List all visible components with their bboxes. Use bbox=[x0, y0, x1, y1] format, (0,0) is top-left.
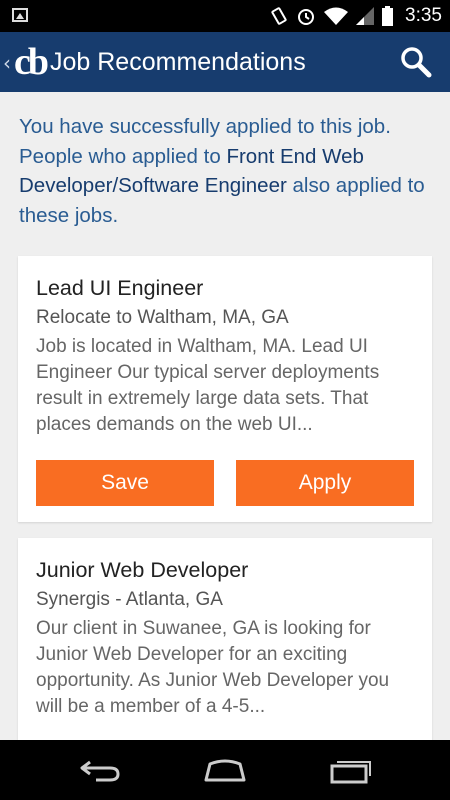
recent-apps-icon[interactable] bbox=[328, 754, 372, 786]
back-chevron-icon[interactable]: ‹ bbox=[3, 51, 11, 75]
job-location: Relocate to Waltham, MA, GA bbox=[36, 307, 289, 328]
job-description: Our client in Suwanee, GA is looking for… bbox=[36, 618, 390, 717]
apply-button[interactable]: Apply bbox=[236, 460, 414, 506]
job-location: Synergis - Atlanta, GA bbox=[36, 589, 223, 610]
battery-icon bbox=[382, 6, 394, 26]
vibrate-icon bbox=[271, 7, 287, 25]
job-title[interactable]: Lead UI Engineer bbox=[36, 276, 203, 301]
system-nav-bar bbox=[0, 740, 450, 800]
app-logo[interactable]: cb bbox=[14, 40, 49, 84]
back-nav-icon[interactable] bbox=[78, 754, 122, 786]
search-button[interactable] bbox=[400, 46, 432, 78]
gallery-notification-icon bbox=[12, 8, 28, 22]
app-bar: ‹ cb Job Recommendations bbox=[0, 32, 450, 92]
save-button[interactable]: Save bbox=[36, 460, 214, 506]
applied-confirmation-message: You have successfully applied to this jo… bbox=[19, 112, 431, 230]
alarm-icon bbox=[298, 9, 315, 25]
job-description: Job is located in Waltham, MA. Lead UI E… bbox=[36, 336, 380, 435]
home-nav-icon[interactable] bbox=[202, 754, 248, 786]
clock-time: 3:35 bbox=[405, 5, 442, 26]
search-icon bbox=[401, 47, 432, 78]
page-title: Job Recommendations bbox=[50, 48, 306, 76]
status-icons: 3:35 bbox=[270, 0, 442, 32]
wifi-icon bbox=[324, 7, 349, 25]
job-card[interactable]: Lead UI Engineer Relocate to Waltham, MA… bbox=[18, 256, 432, 522]
status-bar: 3:35 bbox=[0, 0, 450, 32]
job-title[interactable]: Junior Web Developer bbox=[36, 558, 248, 583]
signal-icon bbox=[356, 7, 375, 25]
job-card[interactable]: Junior Web Developer Synergis - Atlanta,… bbox=[18, 538, 432, 748]
